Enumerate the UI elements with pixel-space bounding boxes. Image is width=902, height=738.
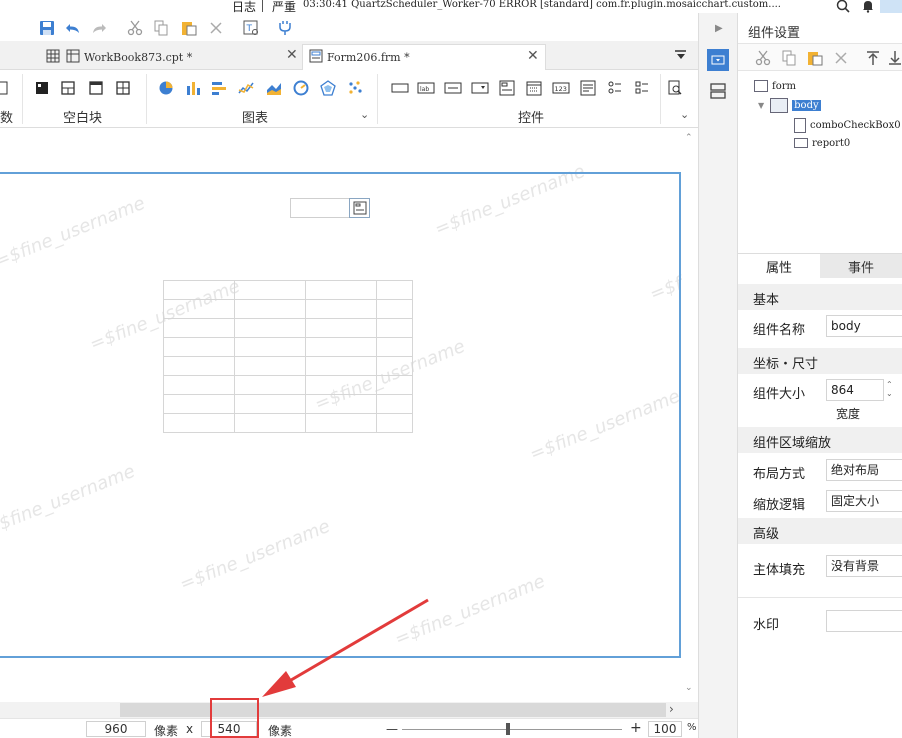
designer-window: 日志 严重 03:30:41 QuartzScheduler_Worker-70… [0,0,902,738]
annotation-arrow [262,598,429,697]
copy-icon[interactable] [780,49,798,67]
body-icon [770,97,789,113]
layout-label: 布局方式 [753,467,806,482]
delete-icon[interactable] [832,49,850,67]
width-caption: 宽度 [836,407,861,421]
widget-tree: form ▼ body comboCheckBox0 report0 [738,73,902,253]
cut-icon[interactable] [754,49,772,67]
tab-properties[interactable]: 属性 [738,254,820,278]
section-title: 基本 [753,293,780,308]
watermark-label: 水印 [753,618,780,633]
layout-select[interactable]: 绝对布局 [826,459,902,481]
collapse-icon[interactable]: ▼ [758,101,764,110]
watermark-input[interactable] [826,610,902,632]
width-stepper[interactable]: ⌃ ⌄ [886,380,893,398]
section-basic[interactable]: 基本 [738,284,902,310]
panel-switcher: ▶ [698,13,738,738]
tree-node-label: form [772,80,796,92]
zoom-logic-label: 缩放逻辑 [753,498,806,513]
tree-node-label: comboCheckBox0 [810,119,901,131]
expand-icon[interactable]: ▶ [715,23,723,34]
tree-node-form[interactable]: form [754,77,796,95]
move-top-icon[interactable] [864,49,882,67]
panel-title: 组件设置 [748,26,801,41]
report-icon [794,138,808,148]
move-bottom-icon[interactable] [886,49,902,67]
combo-icon [794,117,806,133]
widget-name-input[interactable]: body [826,315,902,337]
tree-node-combo[interactable]: comboCheckBox0 [794,116,901,134]
fill-select[interactable]: 没有背景 [826,555,902,577]
section-title: 高级 [753,527,780,542]
size-label: 组件大小 [753,387,806,402]
tree-node-body[interactable]: ▼ body [758,96,821,114]
property-tabs: 属性 事件 [738,253,902,278]
widget-settings-panel: 组件设置 form ▼ body comboCheckBox0 report0 … [738,13,902,738]
tab-events[interactable]: 事件 [820,254,902,278]
section-geometry[interactable]: 坐标・尺寸 [738,348,902,374]
widget-settings-tab-icon[interactable] [707,49,729,71]
section-advanced[interactable]: 高级 [738,518,902,544]
tree-node-label: body [792,99,821,111]
form-icon [754,80,768,92]
tree-node-report[interactable]: report0 [794,134,850,152]
search-icon[interactable] [836,0,850,13]
zoom-logic-select[interactable]: 固定大小 [826,490,902,512]
tree-node-label: report0 [812,137,851,149]
section-title: 组件区域缩放 [753,436,832,451]
bell-icon[interactable] [861,0,875,13]
name-label: 组件名称 [753,323,806,338]
panel-toolbar [738,43,902,71]
paste-icon[interactable] [806,49,824,67]
layout-tab-icon[interactable] [708,81,728,101]
section-scaling[interactable]: 组件区域缩放 [738,427,902,453]
section-title: 坐标・尺寸 [753,357,819,372]
fill-label: 主体填充 [753,563,806,578]
divider [738,597,902,598]
width-input[interactable]: 864 [826,379,884,401]
